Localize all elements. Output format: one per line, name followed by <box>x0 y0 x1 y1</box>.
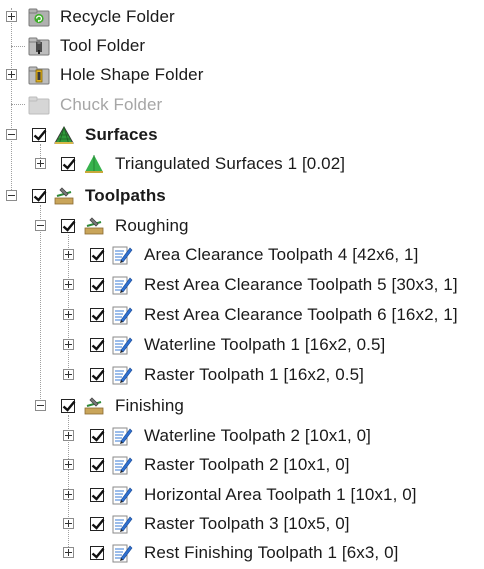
toolpath-icon <box>111 334 133 356</box>
visibility-checkbox[interactable] <box>90 248 105 262</box>
expand-toggle[interactable] <box>63 518 74 529</box>
tree-row-label: Horizontal Area Toolpath 1 [10x1, 0] <box>144 485 417 504</box>
triangulated-surface-icon <box>83 153 105 175</box>
tree-row-recycle-folder[interactable]: Recycle Folder <box>0 2 484 32</box>
expand-toggle[interactable] <box>63 430 74 441</box>
toolpath-icon <box>111 244 133 266</box>
collapse-toggle[interactable] <box>6 190 17 201</box>
visibility-checkbox[interactable] <box>61 219 76 233</box>
tree-row-label: Rest Area Clearance Toolpath 5 [30x3, 1] <box>144 275 458 294</box>
tree-row-triangulated-surfaces[interactable]: Triangulated Surfaces 1 [0.02] <box>0 149 484 179</box>
expand-toggle[interactable] <box>63 309 74 320</box>
expand-toggle[interactable] <box>63 279 74 290</box>
tree-row-toolpath[interactable]: Rest Area Clearance Toolpath 5 [30x3, 1] <box>0 270 484 300</box>
visibility-checkbox[interactable] <box>90 368 105 382</box>
toolpath-icon <box>111 425 133 447</box>
tree-row-toolpath[interactable]: Raster Toolpath 1 [16x2, 0.5] <box>0 360 484 390</box>
toolpath-icon <box>111 274 133 296</box>
visibility-checkbox[interactable] <box>90 429 105 443</box>
tree-row-label: Triangulated Surfaces 1 [0.02] <box>115 154 346 173</box>
tree-row-tool-folder[interactable]: Tool Folder <box>0 31 484 61</box>
tree-row-label: Toolpaths <box>85 186 166 205</box>
tree-row-surfaces[interactable]: Surfaces <box>0 120 484 150</box>
tree-row-label: Waterline Toolpath 2 [10x1, 0] <box>144 426 371 445</box>
tree-row-label: Raster Toolpath 2 [10x1, 0] <box>144 455 350 474</box>
tree-row-finishing-folder[interactable]: Finishing <box>0 391 484 421</box>
expand-toggle[interactable] <box>63 547 74 558</box>
tree-row-chuck-folder[interactable]: Chuck Folder <box>0 90 484 120</box>
visibility-checkbox[interactable] <box>32 128 47 142</box>
toolpath-icon <box>111 364 133 386</box>
visibility-checkbox[interactable] <box>90 338 105 352</box>
visibility-checkbox[interactable] <box>90 517 105 531</box>
tree-row-label: Area Clearance Toolpath 4 [42x6, 1] <box>144 245 419 264</box>
tree-row-label: Finishing <box>115 396 184 415</box>
tree-row-toolpath[interactable]: Raster Toolpath 2 [10x1, 0] <box>0 450 484 480</box>
tree-row-toolpath[interactable]: Rest Finishing Toolpath 1 [6x3, 0] <box>0 538 484 568</box>
surfaces-icon <box>53 124 75 146</box>
recycle-folder-icon <box>28 6 50 28</box>
visibility-checkbox[interactable] <box>90 546 105 560</box>
visibility-checkbox[interactable] <box>90 308 105 322</box>
tree-row-toolpath[interactable]: Rest Area Clearance Toolpath 6 [16x2, 1] <box>0 300 484 330</box>
toolpath-icon <box>111 454 133 476</box>
tree-row-label: Rest Area Clearance Toolpath 6 [16x2, 1] <box>144 305 458 324</box>
tree-row-label: Surfaces <box>85 125 158 144</box>
expand-toggle[interactable] <box>6 69 17 80</box>
visibility-checkbox[interactable] <box>90 278 105 292</box>
tree-row-label: Raster Toolpath 1 [16x2, 0.5] <box>144 365 364 384</box>
project-tree: Recycle Folder Tool Folder Hole Shape Fo… <box>0 0 484 566</box>
tree-row-toolpaths[interactable]: Toolpaths <box>0 181 484 211</box>
toolpath-icon <box>111 484 133 506</box>
toolpaths-icon <box>53 185 75 207</box>
tree-row-label: Hole Shape Folder <box>60 65 204 84</box>
expand-toggle[interactable] <box>63 489 74 500</box>
tree-row-label: Raster Toolpath 3 [10x5, 0] <box>144 514 350 533</box>
expand-toggle[interactable] <box>63 459 74 470</box>
visibility-checkbox[interactable] <box>61 157 76 171</box>
collapse-toggle[interactable] <box>6 129 17 140</box>
visibility-checkbox[interactable] <box>32 189 47 203</box>
tool-folder-icon <box>28 35 50 57</box>
tree-row-label: Roughing <box>115 216 189 235</box>
toolpath-folder-icon <box>83 215 105 237</box>
expand-toggle[interactable] <box>63 369 74 380</box>
toolpath-icon <box>111 304 133 326</box>
visibility-checkbox[interactable] <box>90 458 105 472</box>
toolpath-folder-icon <box>83 395 105 417</box>
visibility-checkbox[interactable] <box>61 399 76 413</box>
tree-row-toolpath[interactable]: Raster Toolpath 3 [10x5, 0] <box>0 509 484 539</box>
expand-toggle[interactable] <box>63 339 74 350</box>
toolpath-icon <box>111 513 133 535</box>
expand-toggle[interactable] <box>63 249 74 260</box>
tree-row-label: Rest Finishing Toolpath 1 [6x3, 0] <box>144 543 399 562</box>
toolpath-icon <box>111 542 133 564</box>
expand-toggle[interactable] <box>35 158 46 169</box>
collapse-toggle[interactable] <box>35 400 46 411</box>
tree-row-toolpath[interactable]: Waterline Toolpath 1 [16x2, 0.5] <box>0 330 484 360</box>
tree-row-roughing-folder[interactable]: Roughing <box>0 211 484 241</box>
tree-row-hole-shape-folder[interactable]: Hole Shape Folder <box>0 60 484 90</box>
tree-row-toolpath[interactable]: Waterline Toolpath 2 [10x1, 0] <box>0 421 484 451</box>
tree-row-label: Tool Folder <box>60 36 146 55</box>
tree-row-label: Waterline Toolpath 1 [16x2, 0.5] <box>144 335 386 354</box>
hole-shape-folder-icon <box>28 64 50 86</box>
tree-row-label: Recycle Folder <box>60 7 175 26</box>
visibility-checkbox[interactable] <box>90 488 105 502</box>
collapse-toggle[interactable] <box>35 220 46 231</box>
tree-row-label: Chuck Folder <box>60 95 163 114</box>
tree-row-toolpath[interactable]: Area Clearance Toolpath 4 [42x6, 1] <box>0 240 484 270</box>
chuck-folder-icon <box>28 94 50 116</box>
tree-row-toolpath[interactable]: Horizontal Area Toolpath 1 [10x1, 0] <box>0 480 484 510</box>
expand-toggle[interactable] <box>6 11 17 22</box>
